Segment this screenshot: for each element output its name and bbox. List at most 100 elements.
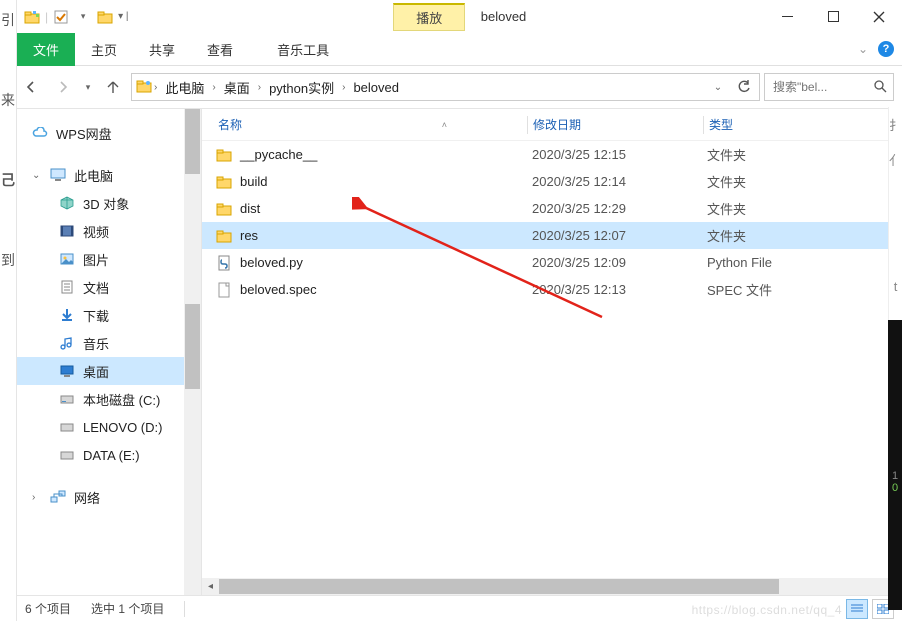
close-button[interactable] <box>856 2 902 32</box>
help-icon[interactable]: ? <box>878 41 894 57</box>
file-row[interactable]: dist 2020/3/25 12:29文件夹 <box>202 195 902 222</box>
sidebar-item-video[interactable]: 视频 <box>17 217 201 245</box>
expand-icon[interactable]: › <box>32 492 42 503</box>
file-date: 2020/3/25 12:14 <box>527 174 702 189</box>
sidebar-label: 音乐 <box>83 334 109 353</box>
addr-dropdown-icon[interactable]: ⌄ <box>707 76 729 98</box>
sidebar-label: 此电脑 <box>74 166 113 185</box>
sidebar-label: 文档 <box>83 278 109 297</box>
sidebar-item-wps[interactable]: WPS网盘 <box>17 119 201 147</box>
expand-icon[interactable]: ⌄ <box>32 170 42 181</box>
tab-home[interactable]: 主页 <box>75 33 133 66</box>
nav-up-button[interactable] <box>99 73 127 101</box>
file-row[interactable]: beloved.spec2020/3/25 12:13SPEC 文件 <box>202 276 902 303</box>
search-icon[interactable] <box>873 79 887 96</box>
address-bar[interactable]: › 此电脑 › 桌面 › python实例 › beloved ⌄ <box>131 73 760 101</box>
file-name: build <box>240 174 267 189</box>
minimize-button[interactable] <box>764 2 810 32</box>
sidebar: WPS网盘 ⌄ 此电脑 3D 对象 视频 图片 文档 下载 音乐 桌面 本地磁盘… <box>17 109 202 595</box>
file-type: 文件夹 <box>702 199 902 218</box>
sidebar-label: 视频 <box>83 222 109 241</box>
refresh-button[interactable] <box>733 76 755 98</box>
desktop-icon <box>59 363 75 379</box>
network-icon <box>50 489 66 505</box>
sidebar-item-drive-e[interactable]: DATA (E:) <box>17 441 201 469</box>
addr-folder-icon <box>136 78 152 97</box>
nav-back-button[interactable] <box>17 73 45 101</box>
file-date: 2020/3/25 12:07 <box>527 228 702 243</box>
folder-icon <box>23 8 41 26</box>
sidebar-item-docs[interactable]: 文档 <box>17 273 201 301</box>
tab-share[interactable]: 共享 <box>133 33 191 66</box>
content-pane: 名称˄ 修改日期 类型 __pycache__2020/3/25 12:15文件… <box>202 109 902 595</box>
sidebar-item-music[interactable]: 音乐 <box>17 329 201 357</box>
crumb-desktop[interactable]: 桌面 <box>218 75 256 100</box>
folder-small-icon <box>96 8 114 26</box>
tab-music-tools[interactable]: 音乐工具 <box>261 33 345 66</box>
file-type: 文件夹 <box>702 145 902 164</box>
checkbox-icon[interactable] <box>52 8 70 26</box>
file-icon <box>216 282 232 298</box>
tab-view[interactable]: 查看 <box>191 33 249 66</box>
sidebar-item-network[interactable]: › 网络 <box>17 483 201 511</box>
chevron-right-icon[interactable]: › <box>154 82 157 93</box>
sidebar-scrollbar[interactable] <box>184 109 201 595</box>
search-box[interactable] <box>764 73 894 101</box>
sidebar-item-images[interactable]: 图片 <box>17 245 201 273</box>
nav-forward-button[interactable] <box>49 73 77 101</box>
ribbon-expand-icon[interactable]: ⌄ <box>858 42 868 56</box>
file-row[interactable]: build 2020/3/25 12:14文件夹 <box>202 168 902 195</box>
col-name[interactable]: 名称˄ <box>202 116 527 133</box>
col-date[interactable]: 修改日期 <box>528 116 703 133</box>
file-row[interactable]: res2020/3/25 12:07文件夹 <box>202 222 902 249</box>
view-details-button[interactable] <box>846 599 868 619</box>
scroll-left-icon[interactable]: ◂ <box>202 578 219 595</box>
file-date: 2020/3/25 12:13 <box>527 282 702 297</box>
crumb-beloved[interactable]: beloved <box>347 77 405 98</box>
sidebar-item-thispc[interactable]: ⌄ 此电脑 <box>17 161 201 189</box>
sidebar-item-downloads[interactable]: 下载 <box>17 301 201 329</box>
sidebar-item-desktop[interactable]: 桌面 <box>17 357 201 385</box>
file-date: 2020/3/25 12:15 <box>527 147 702 162</box>
file-row[interactable]: __pycache__2020/3/25 12:15文件夹 <box>202 141 902 168</box>
crumb-thispc[interactable]: 此电脑 <box>159 75 210 100</box>
computer-icon <box>50 167 66 183</box>
sidebar-item-drive-c[interactable]: 本地磁盘 (C:) <box>17 385 201 413</box>
window-title: beloved <box>481 9 527 24</box>
file-name: dist <box>240 201 260 216</box>
file-row[interactable]: beloved.py2020/3/25 12:09Python File <box>202 249 902 276</box>
sidebar-item-3d[interactable]: 3D 对象 <box>17 189 201 217</box>
cloud-icon <box>32 125 48 141</box>
qat-overflow-icon[interactable]: ▾ | <box>118 11 128 22</box>
file-type: Python File <box>702 255 902 270</box>
music-icon <box>59 335 75 351</box>
maximize-button[interactable] <box>810 2 856 32</box>
py-icon <box>216 255 232 271</box>
horizontal-scrollbar[interactable]: ◂ ▸ <box>202 578 902 595</box>
status-bar: 6 个项目 选中 1 个项目 https://blog.csdn.net/qq_… <box>0 595 902 621</box>
navbar: ▾ › 此电脑 › 桌面 › python实例 › beloved ⌄ <box>0 66 902 109</box>
quick-access-toolbar: | ▾ ▾ | <box>17 0 135 33</box>
status-selected-count: 选中 1 个项目 <box>91 600 164 617</box>
folder-icon <box>216 201 232 217</box>
nav-recent-dropdown[interactable]: ▾ <box>81 73 95 101</box>
contextual-tab-play[interactable]: 播放 <box>393 3 465 31</box>
file-date: 2020/3/25 12:29 <box>527 201 702 216</box>
file-type: 文件夹 <box>702 172 902 191</box>
chevron-right-icon[interactable]: › <box>258 82 261 93</box>
sort-asc-icon: ˄ <box>442 120 447 130</box>
qat-sep: | <box>45 10 48 24</box>
drive-icon <box>59 391 75 407</box>
file-name: beloved.py <box>240 255 303 270</box>
search-input[interactable] <box>771 79 861 95</box>
ribbon-tabs: 文件 主页 共享 查看 音乐工具 ⌄ ? <box>0 33 902 66</box>
col-type[interactable]: 类型 <box>704 116 902 133</box>
crumb-python[interactable]: python实例 <box>263 75 340 100</box>
sidebar-item-drive-d[interactable]: LENOVO (D:) <box>17 413 201 441</box>
chevron-right-icon[interactable]: › <box>342 82 345 93</box>
sidebar-label: 图片 <box>83 250 109 269</box>
qat-dropdown-icon[interactable]: ▾ <box>74 8 92 26</box>
tab-file[interactable]: 文件 <box>17 33 75 66</box>
chevron-right-icon[interactable]: › <box>212 82 215 93</box>
sidebar-label: 3D 对象 <box>83 194 129 213</box>
